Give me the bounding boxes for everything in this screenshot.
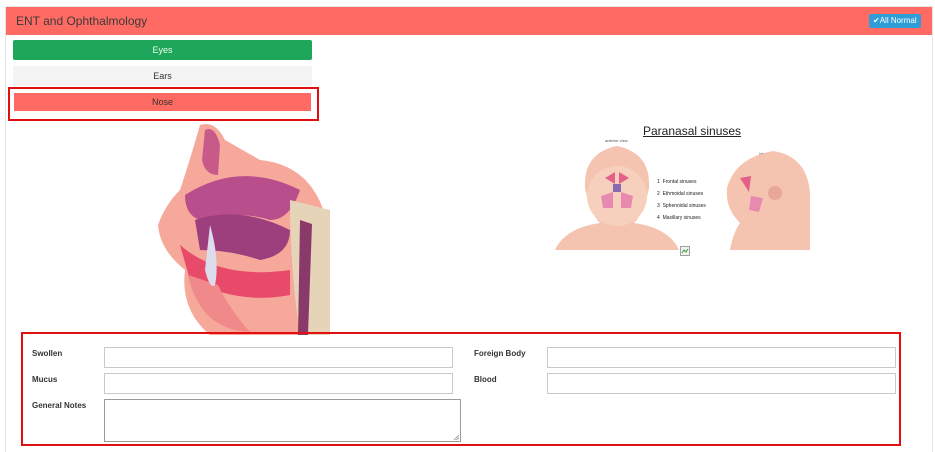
all-normal-button[interactable]: ✔All Normal [869,14,921,28]
mucus-label: Mucus [32,375,58,384]
broken-image-icon [680,246,690,256]
tab-eyes[interactable]: Eyes [13,40,312,60]
panel-header: ENT and Ophthalmology ✔All Normal [6,7,932,35]
nasal-cavity-illustration [158,124,330,335]
paranasal-sinuses-illustration: Paranasal sinuses anterior view lateral … [545,118,810,253]
check-icon: ✔ [873,16,880,25]
sinus-legend: 1 Frontal sinuses 2 Ethmoidal sinuses 3 … [657,176,706,224]
legend-item: 4 Maxillary sinuses [657,215,701,221]
foreign-body-input[interactable] [547,347,896,368]
legend-item: 3 Sphenoidal sinuses [657,203,706,209]
general-notes-label: General Notes [32,401,87,410]
all-normal-label: All Normal [879,16,917,25]
resize-handle-icon[interactable] [453,434,459,440]
tab-ears[interactable]: Ears [13,66,312,86]
tab-nose[interactable]: Nose [13,92,312,112]
legend-item: 2 Ethmoidal sinuses [657,191,704,197]
general-notes-textarea[interactable] [104,399,461,442]
blood-input[interactable] [547,373,896,394]
swollen-label: Swollen [32,349,63,358]
swollen-input[interactable] [104,347,453,368]
page-title: ENT and Ophthalmology [16,14,148,28]
mucus-input[interactable] [104,373,453,394]
legend-item: 1 Frontal sinuses [657,179,697,185]
foreign-body-label: Foreign Body [474,349,526,358]
blood-label: Blood [474,375,497,384]
